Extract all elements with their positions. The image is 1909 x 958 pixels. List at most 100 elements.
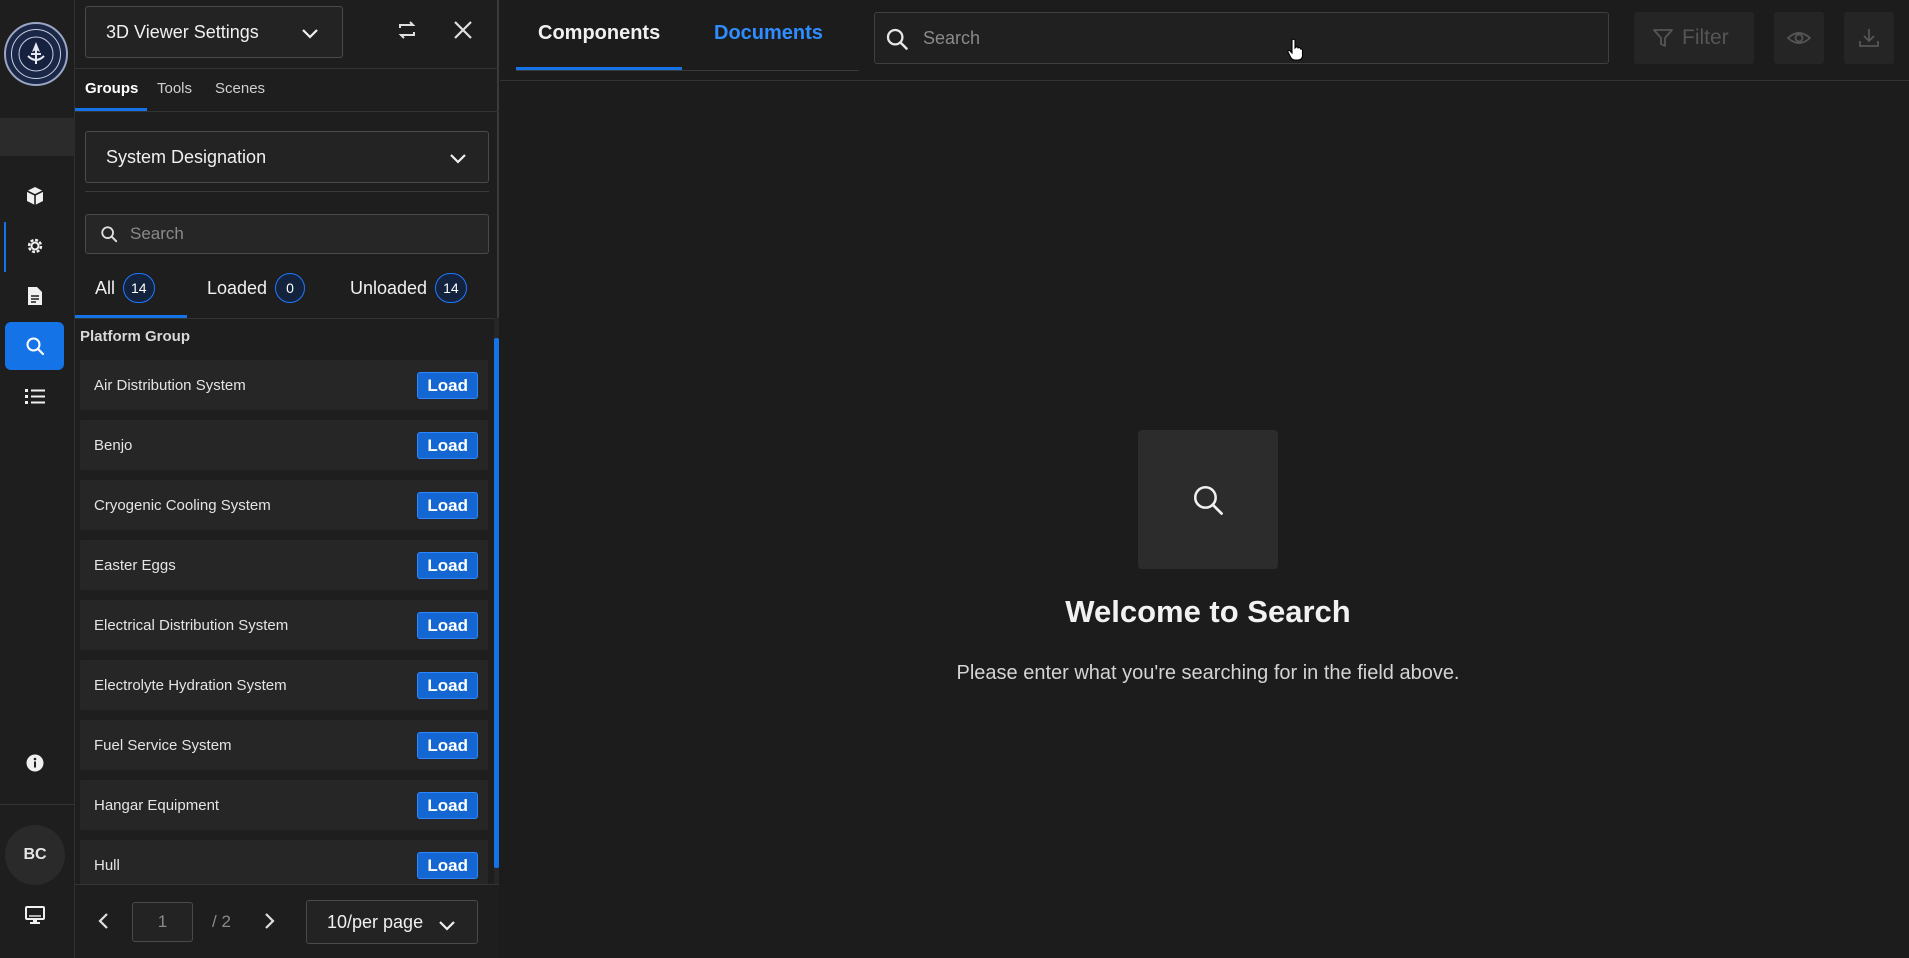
count-badge: 14 (435, 273, 467, 303)
download-button[interactable] (1844, 12, 1894, 64)
search-icon (101, 226, 118, 243)
info-icon (26, 754, 43, 772)
previous-page-button[interactable] (95, 911, 113, 936)
group-name: Air Distribution System (94, 376, 246, 394)
load-button[interactable]: Load (417, 492, 478, 519)
group-name: Cryogenic Cooling System (94, 496, 271, 514)
rail-item-search[interactable] (5, 322, 64, 370)
per-page-select[interactable]: 10/per page (306, 900, 478, 944)
group-row: Hull Load (80, 840, 488, 884)
group-name: Electrolyte Hydration System (94, 676, 287, 694)
main-search-placeholder: Search (923, 27, 981, 48)
rail-item-settings[interactable] (5, 222, 64, 270)
chevron-down-icon (450, 154, 466, 164)
rail-band (0, 118, 75, 156)
list-icon (24, 389, 45, 404)
divider (85, 191, 489, 192)
load-button[interactable]: Load (417, 552, 478, 579)
filter-tab-all[interactable]: All 14 (95, 272, 155, 304)
divider (75, 111, 499, 112)
viewer-settings-panel: 3D Viewer Settings Groups Tools Scenes S… (75, 0, 499, 958)
tab-components[interactable]: Components (538, 22, 660, 45)
group-row: Air Distribution System Load (80, 360, 488, 410)
filter-tab-label: Unloaded (350, 277, 428, 298)
search-icon (886, 28, 908, 50)
tab-tools[interactable]: Tools (157, 80, 192, 110)
refresh-button[interactable] (393, 16, 421, 44)
rail-item-documents[interactable] (5, 272, 64, 320)
pagination: 1 / 2 10/per page (75, 884, 499, 958)
empty-state-subtitle: Please enter what you're searching for i… (956, 662, 1460, 684)
tab-scenes[interactable]: Scenes (215, 80, 265, 110)
rail-item-display[interactable] (5, 891, 64, 939)
close-icon (454, 21, 472, 39)
download-icon (1859, 29, 1879, 47)
rail-item-3d-viewer[interactable] (5, 172, 64, 220)
search-icon (26, 337, 44, 356)
load-button[interactable]: Load (417, 372, 478, 399)
group-search-placeholder: Search (130, 224, 184, 243)
group-name: Electrical Distribution System (94, 616, 289, 634)
group-row: Hangar Equipment Load (80, 780, 488, 830)
load-button[interactable]: Load (417, 732, 478, 759)
group-heading: Platform Group (80, 328, 191, 345)
count-badge: 0 (275, 273, 306, 303)
anchor-emblem-icon (18, 36, 54, 72)
group-name: Fuel Service System (94, 736, 232, 754)
rail-item-info[interactable] (5, 739, 64, 787)
avatar[interactable]: BC (5, 825, 65, 885)
eye-icon (1787, 32, 1811, 44)
group-row: Cryogenic Cooling System Load (80, 480, 488, 530)
load-button[interactable]: Load (417, 612, 478, 639)
count-badge: 14 (123, 273, 155, 303)
visibility-button[interactable] (1774, 12, 1824, 64)
divider (75, 68, 499, 69)
group-name: Hull (94, 856, 120, 874)
filter-tab-loaded[interactable]: Loaded 0 (207, 272, 306, 304)
empty-state-title: Welcome to Search (1065, 594, 1351, 629)
tab-baseline (516, 70, 859, 71)
page-total: / 2 (212, 912, 231, 931)
next-page-button[interactable] (260, 911, 278, 936)
page-number-input[interactable]: 1 (132, 902, 193, 942)
load-button[interactable]: Load (417, 432, 478, 459)
filter-icon (1653, 29, 1673, 47)
chevron-down-icon (302, 29, 318, 39)
cube-icon (26, 187, 43, 205)
document-icon (27, 287, 42, 305)
group-by-select[interactable]: System Designation (85, 131, 489, 183)
rail-divider (0, 804, 75, 805)
load-button[interactable]: Load (417, 672, 478, 699)
group-name: Easter Eggs (94, 556, 176, 574)
filter-tab-label: All (95, 277, 116, 298)
filter-button[interactable]: Filter (1634, 12, 1754, 64)
scrollbar-thumb[interactable] (494, 338, 499, 868)
rail-item-list[interactable] (5, 372, 64, 420)
viewer-settings-select-label: 3D Viewer Settings (106, 21, 259, 42)
close-panel-button[interactable] (449, 16, 477, 44)
gear-icon (27, 238, 42, 254)
group-row: Electrolyte Hydration System Load (80, 660, 488, 710)
chevron-down-icon (439, 921, 455, 931)
tab-documents[interactable]: Documents (714, 22, 823, 45)
group-by-select-label: System Designation (106, 146, 267, 167)
viewer-settings-select[interactable]: 3D Viewer Settings (85, 6, 343, 58)
refresh-icon (398, 21, 416, 39)
chevron-left-icon (98, 913, 108, 929)
filter-tab-unloaded[interactable]: Unloaded 14 (350, 272, 467, 304)
load-button[interactable]: Load (417, 852, 478, 879)
load-button[interactable]: Load (417, 792, 478, 819)
filter-tab-label: Loaded (207, 277, 268, 298)
tab-groups[interactable]: Groups (85, 80, 138, 110)
filter-button-label: Filter (1682, 26, 1729, 49)
icon-rail: BC (0, 0, 75, 958)
search-main: Components Documents Search Filter Welco… (500, 0, 1909, 958)
group-row: Benjo Load (80, 420, 488, 470)
main-search-input[interactable]: Search (874, 12, 1609, 64)
empty-state-illustration (1138, 430, 1278, 569)
group-search-input[interactable]: Search (85, 214, 489, 254)
group-row: Easter Eggs Load (80, 540, 488, 590)
hand-cursor-icon (1287, 38, 1304, 61)
chevron-right-icon (265, 913, 275, 929)
search-icon (1193, 485, 1223, 515)
